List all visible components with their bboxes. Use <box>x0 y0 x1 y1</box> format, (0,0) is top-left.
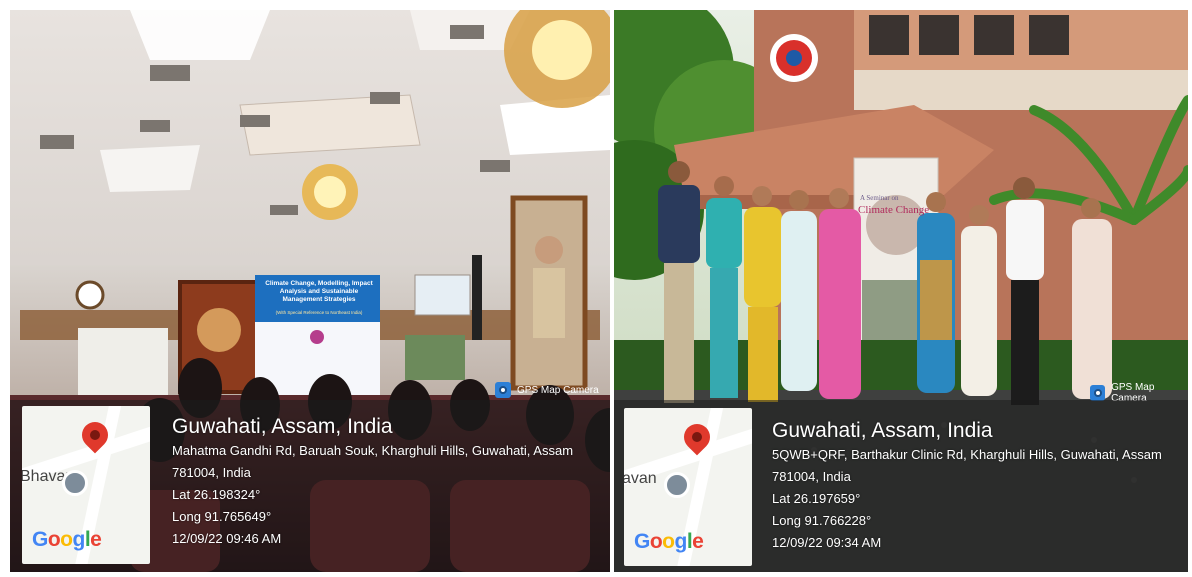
map-place-label: avan <box>624 470 657 487</box>
address-line-1: 5QWB+QRF, Barthakur Clinic Rd, Kharghuli… <box>772 447 1162 462</box>
longitude: Long 91.765649° <box>172 509 272 524</box>
gps-map-camera-badge: GPS Map Camera <box>495 382 599 398</box>
group-photo: A Seminar on Climate Change GPS Map Came… <box>614 10 1188 572</box>
landmark-icon <box>664 472 690 498</box>
google-logo: Google <box>32 528 102 551</box>
banner-line-1: A Seminar on <box>860 194 899 202</box>
location-title: Guwahati, Assam, India <box>172 415 393 438</box>
datetime: 12/09/22 09:46 AM <box>172 531 282 546</box>
gps-text-block: Guwahati, Assam, India 5QWB+QRF, Barthak… <box>772 418 1162 554</box>
camera-icon <box>1090 385 1106 401</box>
landmark-icon <box>62 470 88 496</box>
map-thumbnail: Bhavan Google <box>22 406 150 564</box>
map-thumbnail: avan Google <box>624 408 752 566</box>
slide-title: Climate Change, Modelling, Impact Analys… <box>265 280 373 303</box>
camera-icon <box>495 382 511 398</box>
location-title: Guwahati, Assam, India <box>772 419 993 442</box>
address-line-2: 781004, India <box>172 465 251 480</box>
banner-line-2: Climate Change <box>858 204 930 216</box>
auditorium-photo: Climate Change, Modelling, Impact Analys… <box>10 10 610 572</box>
longitude: Long 91.766228° <box>772 513 872 528</box>
slide-subtitle: (With Special Reference to Northeast Ind… <box>275 310 363 315</box>
latitude: Lat 26.197659° <box>772 491 861 506</box>
gps-text-block: Guwahati, Assam, India Mahatma Gandhi Rd… <box>172 414 573 550</box>
camera-label: GPS Map Camera <box>517 384 599 396</box>
address-line-2: 781004, India <box>772 469 851 484</box>
google-logo: Google <box>634 530 704 553</box>
latitude: Lat 26.198324° <box>172 487 261 502</box>
address-line-1: Mahatma Gandhi Rd, Baruah Souk, Kharghul… <box>172 443 574 458</box>
datetime: 12/09/22 09:34 AM <box>772 535 882 550</box>
